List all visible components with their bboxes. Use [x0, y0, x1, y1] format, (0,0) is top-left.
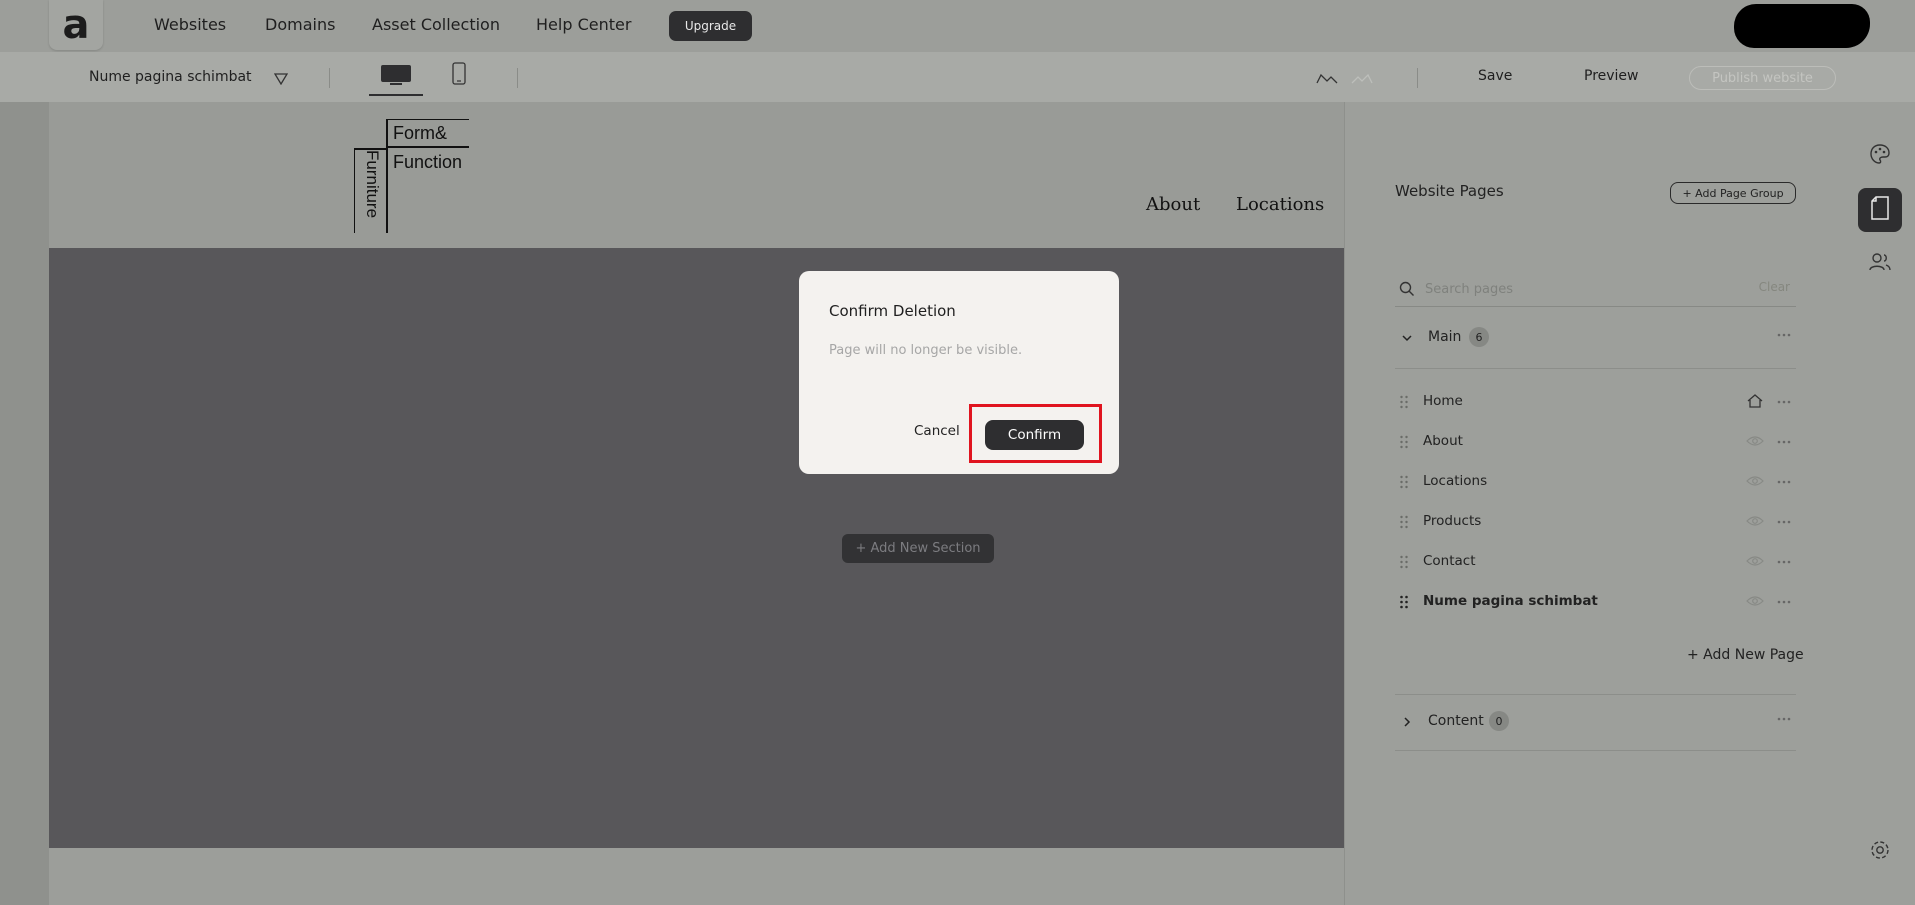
desktop-icon	[380, 64, 412, 90]
group-count-badge: 0	[1489, 711, 1509, 731]
drag-handle-icon[interactable]	[1399, 394, 1409, 413]
site-nav-about[interactable]: About	[1146, 194, 1200, 215]
drag-handle-icon[interactable]	[1399, 594, 1409, 613]
page-name: Locations	[1423, 473, 1488, 489]
more-options-icon[interactable]	[1776, 474, 1792, 494]
dialog-message: Page will no longer be visible.	[829, 343, 1023, 358]
logo-text-function: Function	[393, 152, 463, 172]
search-icon	[1399, 281, 1415, 301]
panel-title: Website Pages	[1395, 182, 1504, 200]
group-name: Content	[1428, 713, 1484, 729]
cancel-button[interactable]: Cancel	[914, 423, 960, 439]
desktop-view-button[interactable]	[369, 62, 423, 96]
search-input[interactable]	[1425, 278, 1725, 300]
tool-rail	[1844, 102, 1915, 905]
logo-text-form: Form&	[393, 123, 447, 143]
logo-letter: a	[62, 2, 90, 48]
nav-asset-collection[interactable]: Asset Collection	[372, 15, 500, 34]
page-selector[interactable]: Nume pagina schimbat	[89, 69, 252, 85]
drag-handle-icon[interactable]	[1399, 554, 1409, 573]
page-item-products[interactable]: Products	[1395, 502, 1796, 542]
site-header: Form& Function Furniture About Locations	[49, 102, 1344, 248]
editor-toolbar: Nume pagina schimbat Save Preview Publis…	[0, 52, 1915, 102]
design-palette-button[interactable]	[1858, 134, 1902, 178]
toolbar-divider	[1417, 68, 1418, 88]
website-pages-panel: Website Pages + Add Page Group Clear Mai…	[1344, 102, 1844, 905]
dialog-title: Confirm Deletion	[829, 302, 956, 320]
toolbar-divider	[329, 68, 330, 88]
eye-icon[interactable]	[1746, 553, 1764, 572]
upgrade-button[interactable]: Upgrade	[669, 11, 752, 41]
page-item-home[interactable]: Home	[1395, 382, 1796, 422]
page-icon	[1869, 195, 1891, 225]
eye-icon[interactable]	[1746, 433, 1764, 452]
chevron-down-icon[interactable]	[1401, 329, 1413, 348]
page-name: Contact	[1423, 553, 1476, 569]
group-name: Main	[1428, 329, 1462, 345]
site-logo[interactable]: Form& Function Furniture	[354, 119, 469, 233]
add-page-group-button[interactable]: + Add Page Group	[1670, 182, 1796, 204]
page-item-selected[interactable]: Nume pagina schimbat	[1395, 582, 1796, 622]
redacted-account-area[interactable]	[1734, 4, 1870, 48]
page-item-locations[interactable]: Locations	[1395, 462, 1796, 502]
app-logo[interactable]: a	[49, 0, 103, 50]
toolbar-divider	[517, 68, 518, 88]
users-button[interactable]	[1858, 242, 1902, 286]
group-count-badge: 6	[1469, 327, 1489, 347]
add-new-section-button[interactable]: + Add New Section	[842, 534, 994, 563]
pages-button[interactable]	[1858, 188, 1902, 232]
nav-domains[interactable]: Domains	[265, 15, 335, 34]
site-footer-area	[49, 848, 1344, 905]
more-options-icon[interactable]	[1776, 514, 1792, 534]
divider	[1395, 368, 1796, 369]
page-item-about[interactable]: About	[1395, 422, 1796, 462]
more-options-icon[interactable]	[1776, 711, 1792, 731]
preview-button[interactable]: Preview	[1584, 68, 1639, 84]
page-name: Home	[1423, 393, 1463, 409]
eye-icon[interactable]	[1746, 513, 1764, 532]
nav-websites[interactable]: Websites	[154, 15, 226, 34]
page-group-content[interactable]: Content 0	[1395, 698, 1796, 748]
users-icon	[1868, 251, 1892, 277]
eye-icon[interactable]	[1746, 593, 1764, 612]
empty-section-area	[49, 248, 1344, 848]
more-options-icon[interactable]	[1776, 327, 1792, 347]
redo-icon[interactable]	[1350, 70, 1374, 89]
page-name: Products	[1423, 513, 1482, 529]
nav-help-center[interactable]: Help Center	[536, 15, 631, 34]
more-options-icon[interactable]	[1776, 554, 1792, 574]
page-group-main[interactable]: Main 6	[1395, 314, 1796, 364]
search-pages: Clear	[1395, 274, 1796, 307]
palette-icon	[1868, 142, 1892, 170]
chevron-right-icon[interactable]	[1401, 713, 1413, 732]
more-options-icon[interactable]	[1776, 594, 1792, 614]
divider	[1395, 694, 1796, 695]
page-name: About	[1423, 433, 1463, 449]
drag-handle-icon[interactable]	[1399, 514, 1409, 533]
mobile-view-button[interactable]	[451, 62, 469, 88]
divider	[1395, 750, 1796, 751]
add-new-page-button[interactable]: + Add New Page	[1687, 647, 1804, 663]
page-item-contact[interactable]: Contact	[1395, 542, 1796, 582]
site-nav-locations[interactable]: Locations	[1236, 194, 1324, 215]
more-options-icon[interactable]	[1776, 434, 1792, 454]
canvas-left-margin	[0, 102, 49, 905]
chevron-down-icon[interactable]	[273, 70, 289, 89]
logo-text-furniture: Furniture	[363, 150, 382, 219]
publish-website-button[interactable]: Publish website	[1689, 66, 1836, 90]
save-button[interactable]: Save	[1478, 68, 1512, 84]
top-nav: a Websites Domains Asset Collection Help…	[0, 0, 1915, 52]
drag-handle-icon[interactable]	[1399, 474, 1409, 493]
confirm-highlight-box	[969, 404, 1102, 463]
clear-search-button[interactable]: Clear	[1759, 280, 1790, 294]
home-icon	[1746, 393, 1764, 413]
eye-icon[interactable]	[1746, 473, 1764, 492]
gear-icon	[1869, 839, 1891, 865]
drag-handle-icon[interactable]	[1399, 434, 1409, 453]
undo-icon[interactable]	[1315, 70, 1339, 89]
settings-button[interactable]	[1858, 830, 1902, 874]
page-name: Nume pagina schimbat	[1423, 593, 1598, 609]
mobile-icon	[451, 62, 467, 90]
more-options-icon[interactable]	[1776, 394, 1792, 414]
